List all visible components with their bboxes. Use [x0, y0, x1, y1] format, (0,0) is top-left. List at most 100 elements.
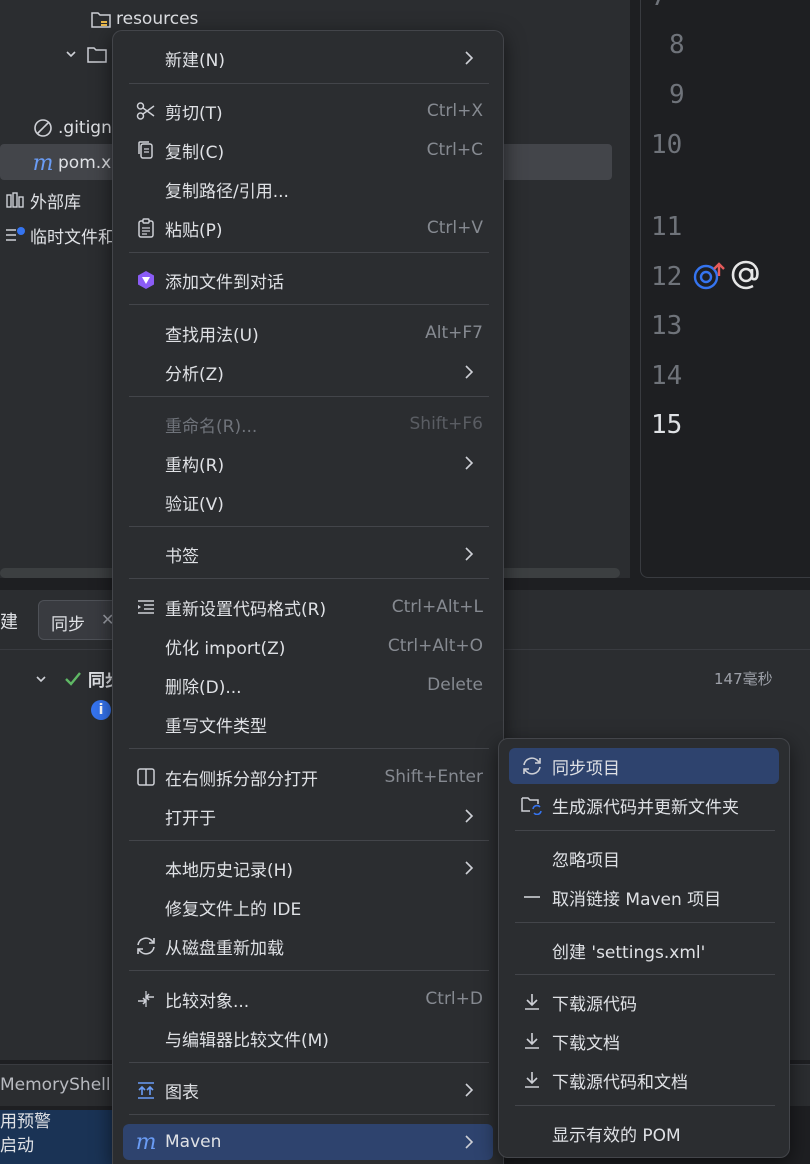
menu-item-split-right[interactable]: 在右侧拆分部分打开 Shift+Enter — [123, 759, 493, 795]
menu-item-copy-path[interactable]: 复制路径/引用... — [123, 171, 493, 207]
menu-separator — [129, 526, 489, 527]
overrides-icon[interactable] — [693, 260, 727, 296]
sync-icon — [521, 755, 543, 777]
menu-item-analyze[interactable]: 分析(Z) — [123, 354, 493, 390]
menu-item-paste[interactable]: 粘贴(P) Ctrl+V — [123, 210, 493, 246]
download-icon — [521, 1030, 543, 1052]
menu-item-label: 忽略项目 — [552, 850, 620, 871]
menu-item-label: 剪切(T) — [165, 103, 223, 124]
menu-item-repair-ide[interactable]: 修复文件上的 IDE — [123, 889, 493, 925]
maven-submenu: 同步项目 生成源代码并更新文件夹 忽略项目 取消链接 Maven 项目 创建 '… — [498, 738, 790, 1158]
refresh-icon — [135, 935, 157, 957]
menu-item-add-to-chat[interactable]: 添加文件到对话 — [123, 262, 493, 298]
chevron-down-icon[interactable] — [34, 672, 54, 686]
line-number: 7 — [651, 0, 667, 12]
menu-item-show-effective-pom[interactable]: 显示有效的 POM — [509, 1115, 779, 1151]
tree-item-folder[interactable] — [60, 36, 112, 72]
menu-separator — [515, 922, 775, 923]
menu-item-validate[interactable]: 验证(V) — [123, 484, 493, 520]
menu-item-download-sources-and-docs[interactable]: 下载源代码和文档 — [509, 1062, 779, 1098]
menu-item-download-docs[interactable]: 下载文档 — [509, 1023, 779, 1059]
menu-item-label: 本地历史记录(H) — [165, 860, 294, 881]
menu-item-label: 复制路径/引用... — [165, 181, 289, 202]
menu-item-reload-from-disk[interactable]: 从磁盘重新加载 — [123, 928, 493, 964]
menu-item-label: Maven — [165, 1132, 222, 1152]
menu-item-find-usages[interactable]: 查找用法(U) Alt+F7 — [123, 315, 493, 351]
menu-separator — [129, 840, 489, 841]
chevron-down-icon[interactable] — [60, 43, 82, 65]
tree-item-label: 外部库 — [30, 192, 81, 213]
chevron-right-icon — [465, 809, 474, 823]
annotation-icon[interactable] — [729, 258, 763, 296]
tree-item-label: pom.x — [58, 153, 112, 173]
notification-balloon[interactable]: 用预警 启动 — [0, 1110, 120, 1164]
menu-separator — [129, 304, 489, 305]
line-number: 14 — [651, 361, 683, 391]
menu-item-delete[interactable]: 删除(D)... Delete — [123, 667, 493, 703]
context-menu: 新建(N) 剪切(T) Ctrl+X 复制(C) Ctrl+C 复制路径/引用.… — [112, 30, 504, 1164]
menu-item-label: 修复文件上的 IDE — [165, 899, 302, 920]
shortcut: Shift+F6 — [409, 414, 483, 434]
menu-separator — [129, 1062, 489, 1063]
menu-item-refactor[interactable]: 重构(R) — [123, 445, 493, 481]
chevron-right-icon — [465, 456, 474, 470]
tree-item-pom[interactable]: m pom.x — [32, 145, 112, 181]
menu-item-label: 书签 — [165, 546, 199, 567]
success-check-icon — [64, 671, 82, 687]
menu-item-open-in[interactable]: 打开于 — [123, 798, 493, 834]
menu-item-label: 取消链接 Maven 项目 — [552, 889, 722, 910]
notification-line: 用预警 — [0, 1112, 51, 1132]
menu-item-label: 从磁盘重新加载 — [165, 938, 284, 959]
tree-item-gitignore[interactable]: .gitign — [32, 110, 112, 146]
menu-item-label: 比较对象... — [165, 991, 250, 1012]
tree-item-external-libraries[interactable]: 外部库 — [4, 182, 81, 218]
menu-item-label: 下载源代码和文档 — [552, 1072, 688, 1093]
folder-icon — [90, 8, 112, 30]
download-icon — [521, 1069, 543, 1091]
tree-item-scratches[interactable]: 临时文件和 — [4, 217, 115, 253]
menu-item-bookmarks[interactable]: 书签 — [123, 536, 493, 572]
line-number: 11 — [651, 212, 683, 242]
menu-item-generate-sources[interactable]: 生成源代码并更新文件夹 — [509, 787, 779, 823]
menu-item-compare-with-editor[interactable]: 与编辑器比较文件(M) — [123, 1020, 493, 1056]
shortcut: Ctrl+V — [426, 218, 483, 238]
menu-item-unlink-project[interactable]: 取消链接 Maven 项目 — [509, 879, 779, 915]
menu-item-local-history[interactable]: 本地历史记录(H) — [123, 850, 493, 886]
menu-item-label: 优化 import(Z) — [165, 638, 286, 659]
line-number: 10 — [651, 130, 683, 160]
menu-separator — [129, 578, 489, 579]
shortcut: Ctrl+Alt+L — [391, 597, 483, 617]
menu-separator — [515, 974, 775, 975]
menu-item-reformat-code[interactable]: 重新设置代码格式(R) Ctrl+Alt+L — [123, 589, 493, 625]
split-vertical-icon — [135, 766, 157, 788]
build-panel-title: 建 — [0, 612, 18, 633]
folder-sync-icon — [521, 794, 543, 816]
menu-item-label: 重构(R) — [165, 455, 225, 476]
menu-item-create-settings[interactable]: 创建 'settings.xml' — [509, 932, 779, 968]
tree-item-label: 临时文件和 — [30, 227, 115, 248]
menu-item-ignore-project[interactable]: 忽略项目 — [509, 840, 779, 876]
library-icon — [4, 189, 26, 211]
status-project-name[interactable]: MemoryShell — [0, 1075, 111, 1095]
chevron-right-icon — [465, 365, 474, 379]
ignored-file-icon — [32, 117, 54, 139]
menu-item-download-sources[interactable]: 下载源代码 — [509, 984, 779, 1020]
shortcut: Ctrl+D — [425, 989, 483, 1009]
menu-separator — [129, 970, 489, 971]
maven-icon: m — [135, 1129, 157, 1155]
menu-item-optimize-imports[interactable]: 优化 import(Z) Ctrl+Alt+O — [123, 628, 493, 664]
menu-item-copy[interactable]: 复制(C) Ctrl+C — [123, 132, 493, 168]
build-result-row[interactable]: 同步 — [34, 666, 122, 691]
menu-item-sync-project[interactable]: 同步项目 — [509, 748, 779, 784]
menu-item-override-file-type[interactable]: 重写文件类型 — [123, 706, 493, 742]
menu-item-cut[interactable]: 剪切(T) Ctrl+X — [123, 93, 493, 129]
menu-item-compare-with[interactable]: 比较对象... Ctrl+D — [123, 981, 493, 1017]
menu-item-label: 下载文档 — [552, 1033, 620, 1054]
tab-sync-label: 同步 — [51, 615, 85, 635]
notification-line: 启动 — [0, 1136, 34, 1156]
menu-item-maven[interactable]: m Maven — [123, 1124, 493, 1160]
menu-item-label: 显示有效的 POM — [552, 1125, 681, 1146]
menu-item-diagrams[interactable]: 图表 — [123, 1072, 493, 1108]
folder-icon — [86, 43, 108, 65]
menu-item-new[interactable]: 新建(N) — [123, 40, 493, 76]
